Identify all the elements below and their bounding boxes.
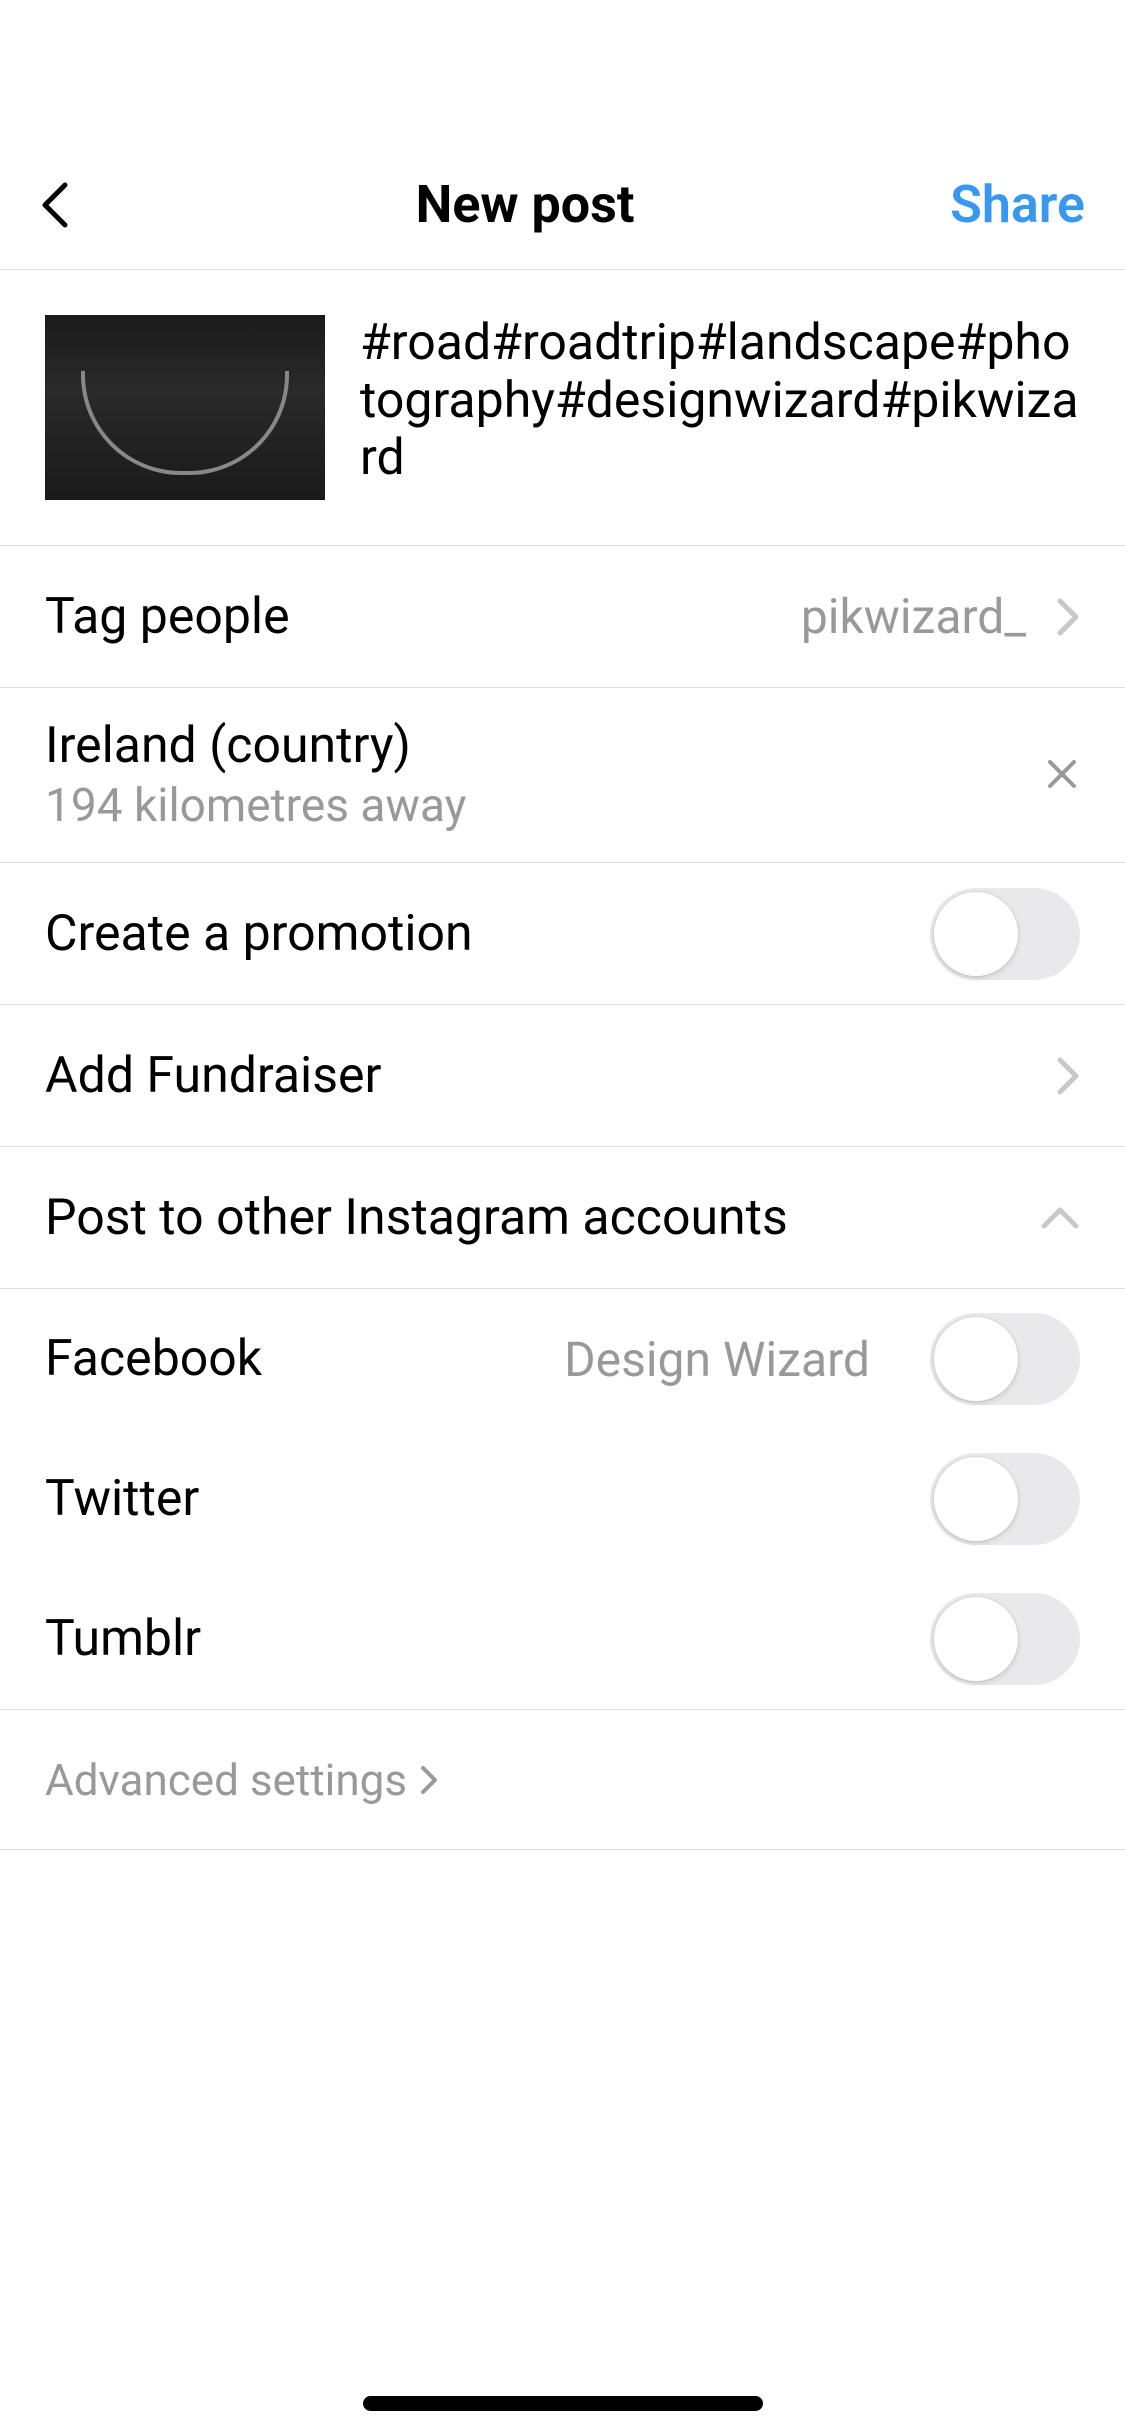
twitter-row: Twitter xyxy=(0,1429,1125,1569)
fundraiser-row[interactable]: Add Fundraiser xyxy=(0,1005,1125,1147)
tag-people-value: pikwizard_ xyxy=(801,588,1026,645)
caption-row[interactable]: #road#roadtrip#landscape#photography#des… xyxy=(0,270,1125,546)
tumblr-toggle[interactable] xyxy=(930,1593,1080,1685)
twitter-label: Twitter xyxy=(45,1470,199,1528)
promotion-label: Create a promotion xyxy=(45,905,473,963)
other-accounts-row[interactable]: Post to other Instagram accounts xyxy=(0,1147,1125,1289)
close-icon xyxy=(1044,756,1080,792)
tumblr-row: Tumblr xyxy=(0,1569,1125,1709)
promotion-row: Create a promotion xyxy=(0,863,1125,1005)
back-button[interactable] xyxy=(40,180,100,230)
chevron-up-icon xyxy=(1040,1206,1080,1230)
remove-location-button[interactable] xyxy=(1044,747,1080,804)
chevron-left-icon xyxy=(40,180,70,230)
chevron-right-icon xyxy=(419,1764,439,1796)
twitter-toggle[interactable] xyxy=(930,1453,1080,1545)
tag-people-label: Tag people xyxy=(45,588,290,646)
location-distance: 194 kilometres away xyxy=(45,779,466,833)
tumblr-label: Tumblr xyxy=(45,1610,201,1668)
advanced-settings-row[interactable]: Advanced settings xyxy=(0,1710,1125,1850)
promotion-toggle[interactable] xyxy=(930,888,1080,980)
tag-people-row[interactable]: Tag people pikwizard_ xyxy=(0,546,1125,688)
post-thumbnail[interactable] xyxy=(45,315,325,500)
fundraiser-label: Add Fundraiser xyxy=(45,1047,381,1105)
facebook-account: Design Wizard xyxy=(564,1331,870,1388)
location-row[interactable]: Ireland (country) 194 kilometres away xyxy=(0,688,1125,863)
caption-text[interactable]: #road#roadtrip#landscape#photography#des… xyxy=(360,315,1080,500)
chevron-right-icon xyxy=(1056,597,1080,637)
status-bar xyxy=(0,0,1125,140)
header: New post Share xyxy=(0,140,1125,270)
advanced-settings-label: Advanced settings xyxy=(45,1754,407,1806)
facebook-label: Facebook xyxy=(45,1330,262,1388)
facebook-toggle[interactable] xyxy=(930,1313,1080,1405)
chevron-right-icon xyxy=(1056,1056,1080,1096)
facebook-row: Facebook Design Wizard xyxy=(0,1289,1125,1429)
share-button[interactable]: Share xyxy=(950,174,1085,235)
other-accounts-label: Post to other Instagram accounts xyxy=(45,1189,788,1247)
page-title: New post xyxy=(100,174,950,235)
location-name: Ireland (country) xyxy=(45,717,466,775)
home-indicator[interactable] xyxy=(363,2396,763,2411)
